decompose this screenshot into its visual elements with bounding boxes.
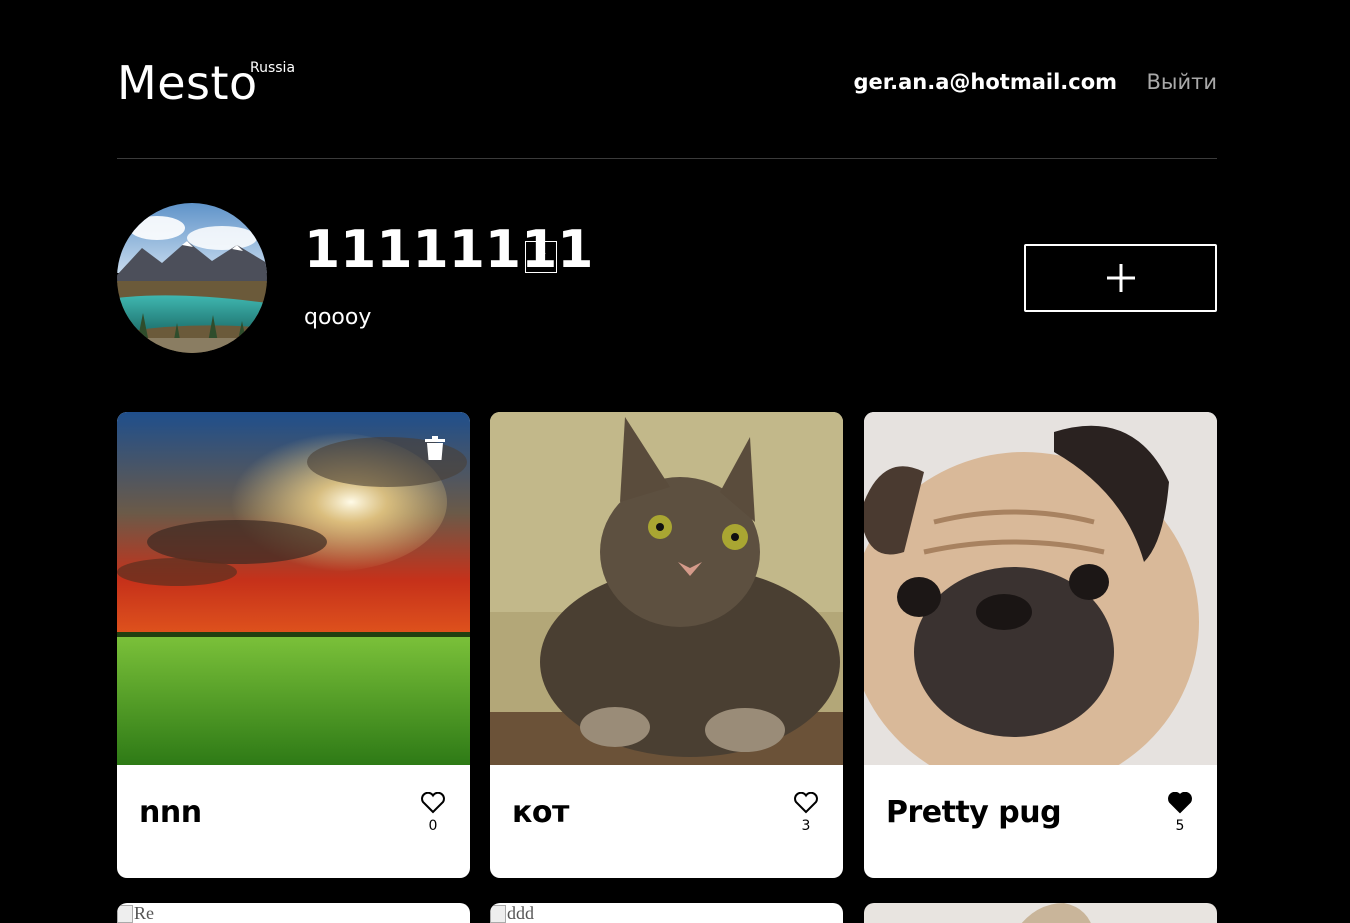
card: nnn 0 [117, 412, 470, 878]
like-area: 5 [1166, 791, 1194, 834]
plus-icon [1106, 264, 1135, 292]
card: ddd [490, 903, 843, 923]
image-alt-text: ddd [507, 903, 534, 923]
image-alt-text: Re [134, 903, 154, 923]
card: Re [117, 903, 470, 923]
heart-outline-icon[interactable] [793, 791, 819, 814]
trash-icon[interactable] [424, 436, 446, 460]
card-title: Pretty pug [886, 795, 1062, 830]
like-count: 3 [801, 818, 811, 834]
card-title: кот [512, 795, 569, 830]
heart-outline-icon[interactable] [420, 791, 446, 814]
card-image[interactable] [490, 412, 843, 765]
broken-image-icon [490, 904, 506, 923]
card-image[interactable] [864, 412, 1217, 765]
card: кот 3 [490, 412, 843, 878]
edit-profile-button[interactable] [525, 241, 557, 273]
broken-image-icon [117, 904, 133, 923]
header: Mesto Russia ger.an.a@hotmail.com Выйти [117, 0, 1217, 159]
card-title: nnn [139, 795, 202, 830]
page: Mesto Russia ger.an.a@hotmail.com Выйти [0, 0, 1350, 923]
like-count: 0 [428, 818, 438, 834]
add-card-button[interactable] [1024, 244, 1217, 312]
logout-link[interactable]: Выйти [1146, 70, 1217, 94]
logo-region: Russia [250, 60, 296, 76]
card: Pretty pug 5 [864, 412, 1217, 878]
card-image[interactable] [117, 412, 470, 765]
profile-avatar[interactable] [117, 203, 267, 353]
broken-image[interactable]: Re [117, 903, 154, 923]
like-count: 5 [1175, 818, 1185, 834]
pencil-icon [536, 252, 546, 262]
like-area: 3 [792, 791, 820, 834]
logo: Mesto [117, 56, 258, 110]
user-email: ger.an.a@hotmail.com [853, 70, 1117, 94]
card [864, 903, 1217, 923]
heart-filled-icon[interactable] [1167, 791, 1193, 814]
like-area: 0 [419, 791, 447, 834]
broken-image[interactable]: ddd [490, 903, 534, 923]
profile-job: qoooy [304, 305, 372, 330]
card-image[interactable] [864, 903, 1217, 923]
